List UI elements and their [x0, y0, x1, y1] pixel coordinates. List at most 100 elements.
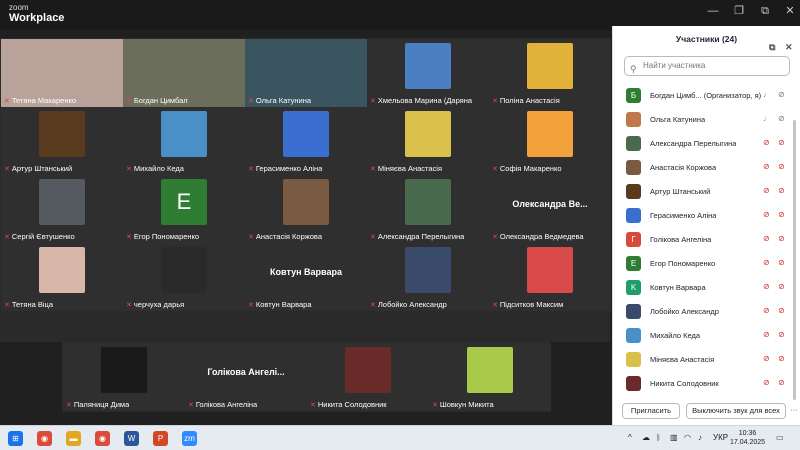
video-tile[interactable]: ✕ Артур Штанський [1, 107, 123, 175]
volume-icon[interactable]: ♪ [698, 433, 702, 442]
participant-row[interactable]: E Егор Пономаренко ⊘ ⊘ [613, 252, 800, 276]
cloud-icon[interactable]: ☁ [642, 433, 650, 442]
video-tile[interactable]: ✕ Сергій Євтушенко [1, 175, 123, 243]
mic-muted-icon[interactable]: ⊘ [763, 378, 770, 387]
video-off-icon[interactable]: ⊘ [778, 234, 785, 243]
participant-avatar [626, 184, 641, 199]
muted-mic-icon: ✕ [126, 301, 132, 309]
video-tile[interactable]: ✕ Ольга Катунина [245, 39, 367, 107]
participant-row[interactable]: Никита Солодовник ⊘ ⊘ [613, 372, 800, 396]
muted-mic-icon: ✕ [370, 97, 376, 105]
video-off-icon[interactable]: ⊘ [778, 354, 785, 363]
participant-row[interactable]: Анастасія Коржова ⊘ ⊘ [613, 156, 800, 180]
participant-row[interactable]: Ольга Катунина ♩ ⊘ [613, 108, 800, 132]
restore-button[interactable]: ❐ [732, 4, 746, 18]
notifications-icon[interactable]: ▭ [776, 433, 784, 442]
tray-overflow-icon[interactable]: ^ [628, 433, 632, 442]
mic-muted-icon[interactable]: ⊘ [763, 234, 770, 243]
mic-muted-icon[interactable]: ⊘ [763, 210, 770, 219]
mic-muted-icon[interactable]: ⊘ [763, 282, 770, 291]
participant-avatar [626, 376, 641, 391]
video-tile[interactable]: ✕ Никита Солодовник [307, 343, 429, 411]
participant-row[interactable]: Александра Перелыгина ⊘ ⊘ [613, 132, 800, 156]
mic-muted-icon[interactable]: ⊘ [763, 186, 770, 195]
participant-row[interactable]: Артур Штанський ⊘ ⊘ [613, 180, 800, 204]
video-tile[interactable]: E ✕ Егор Пономаренко [123, 175, 245, 243]
clock[interactable]: 10:36 17.04.2025 [730, 429, 765, 447]
participant-row[interactable]: Михайло Кеда ⊘ ⊘ [613, 324, 800, 348]
participant-avatar [467, 347, 513, 393]
mic-muted-icon[interactable]: ⊘ [763, 306, 770, 315]
participant-row[interactable]: Г Голікова Ангеліна ⊘ ⊘ [613, 228, 800, 252]
video-off-icon[interactable]: ⊘ [778, 90, 785, 99]
more-button[interactable]: ··· [789, 403, 799, 419]
video-tile[interactable]: ✕ черчуха дарья [123, 243, 245, 311]
video-tile[interactable]: ✕ Михайло Кеда [123, 107, 245, 175]
video-tile[interactable]: ✕ Богдан Цимбал [123, 39, 245, 107]
chrome-icon[interactable]: ◉ [37, 431, 52, 446]
mic-muted-icon[interactable]: ⊘ [763, 258, 770, 267]
video-off-icon[interactable]: ⊘ [778, 306, 785, 315]
mic-icon[interactable]: ♩ [763, 114, 771, 123]
video-tile[interactable]: ✕ Анастасія Коржова [245, 175, 367, 243]
word-icon[interactable]: W [124, 431, 139, 446]
video-off-icon[interactable]: ⊘ [778, 186, 785, 195]
windows-icon[interactable]: ⊞ [8, 431, 23, 446]
video-off-icon[interactable]: ⊘ [778, 330, 785, 339]
video-off-icon[interactable]: ⊘ [778, 114, 785, 123]
chrome2-icon[interactable]: ◉ [95, 431, 110, 446]
muted-mic-icon: ✕ [370, 301, 376, 309]
wifi-icon[interactable]: ◠ [684, 433, 691, 442]
video-off-icon[interactable]: ⊘ [778, 378, 785, 387]
network-icon[interactable]: ▥ [670, 433, 678, 442]
video-tile[interactable]: ✕ Герасименко Аліна [245, 107, 367, 175]
mic-muted-icon[interactable]: ⊘ [763, 354, 770, 363]
video-tile[interactable]: ✕ Підситков Максим [489, 243, 611, 311]
powerpoint-icon[interactable]: P [153, 431, 168, 446]
explorer-icon[interactable]: ▬ [66, 431, 81, 446]
video-tile[interactable]: Олександра Ве... ✕ Олександра Ведмедева [489, 175, 611, 243]
video-off-icon[interactable]: ⊘ [778, 282, 785, 291]
fullscreen-button[interactable]: ⧉ [758, 4, 772, 18]
video-tile[interactable]: ✕ Хмельова Марина (Даряна [367, 39, 489, 107]
video-tile[interactable]: ✕ Лобойко Александр [367, 243, 489, 311]
participant-name: Підситков Максим [499, 300, 564, 309]
mic-muted-icon[interactable]: ⊘ [763, 162, 770, 171]
participant-avatar [345, 347, 391, 393]
video-tile[interactable]: ✕ Тетяна Макаренко [1, 39, 123, 107]
participant-row[interactable]: Лобойко Александр ⊘ ⊘ [613, 300, 800, 324]
video-tile[interactable]: ✕ Александра Перелыгина [367, 175, 489, 243]
muted-mic-icon: ✕ [370, 233, 376, 241]
video-off-icon[interactable]: ⊘ [778, 210, 785, 219]
video-tile[interactable]: ✕ Софія Макаренко [489, 107, 611, 175]
video-off-icon[interactable]: ⊘ [778, 138, 785, 147]
video-tile[interactable]: ✕ Міняєва Анастасія [367, 107, 489, 175]
video-off-icon[interactable]: ⊘ [778, 162, 785, 171]
video-tile[interactable]: ✕ Паляниця Дима [63, 343, 185, 411]
video-off-icon[interactable]: ⊘ [778, 258, 785, 267]
invite-button[interactable]: Пригласить [622, 403, 680, 419]
mic-muted-icon[interactable]: ⊘ [763, 138, 770, 147]
minimize-button[interactable]: — [706, 4, 720, 18]
video-tile[interactable]: ✕ Тетяна Віца [1, 243, 123, 311]
zoom-icon[interactable]: zm [182, 431, 197, 446]
participant-search-input[interactable]: ⚲ Найти участника [624, 56, 790, 76]
bluetooth-icon[interactable]: ᛒ [656, 433, 661, 442]
mic-muted-icon[interactable]: ⊘ [763, 330, 770, 339]
video-tile[interactable]: Голікова Ангелі... ✕ Голікова Ангеліна [185, 343, 307, 411]
participant-avatar [405, 43, 451, 89]
participant-name: Егор Пономаренко [650, 259, 716, 268]
participants-header: Участники (24) ⧉ ✕ [613, 26, 800, 52]
participant-row[interactable]: Міняєва Анастасія ⊘ ⊘ [613, 348, 800, 372]
video-tile[interactable]: Ковтун Варвара ✕ Ковтун Варвара [245, 243, 367, 311]
mic-icon[interactable]: ♩ [763, 90, 771, 99]
video-tile[interactable]: ✕ Поліна Анастасія [489, 39, 611, 107]
participant-row[interactable]: K Ковтун Варвара ⊘ ⊘ [613, 276, 800, 300]
video-tile[interactable]: ✕ Шовкун Микита [429, 343, 551, 411]
participant-row[interactable]: Б Богдан Цимб... (Организатор, я) ♩ ⊘ [613, 84, 800, 108]
close-button[interactable]: ✕ [783, 4, 797, 18]
mute-all-button[interactable]: Выключить звук для всех [686, 403, 786, 419]
participant-list-scrollbar[interactable] [793, 120, 796, 400]
language-indicator[interactable]: УКР [713, 433, 728, 442]
participant-row[interactable]: Герасименко Аліна ⊘ ⊘ [613, 204, 800, 228]
